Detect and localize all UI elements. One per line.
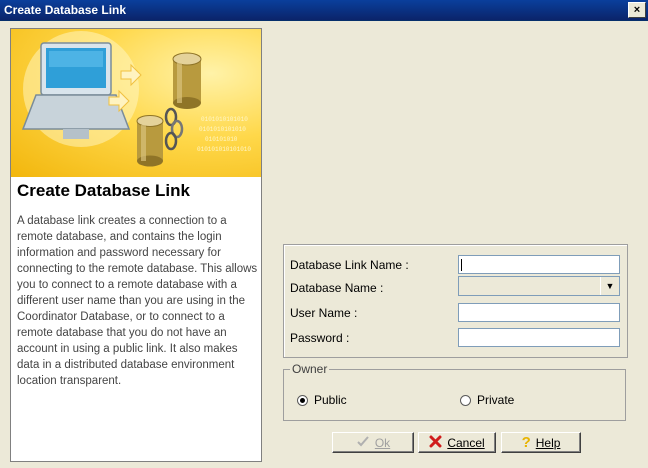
window-title: Create Database Link <box>4 3 127 17</box>
title-bar: Create Database Link × <box>0 0 648 21</box>
password-input[interactable] <box>458 328 620 347</box>
close-icon: × <box>633 3 641 16</box>
banner-binary-3: 010101010 <box>205 136 238 143</box>
database-name-select[interactable]: ▼ <box>458 276 620 296</box>
owner-legend: Owner <box>290 362 330 376</box>
link-name-input[interactable] <box>458 255 620 274</box>
banner-binary-2: 0101010101010 <box>199 126 246 133</box>
panel-heading: Create Database Link <box>17 181 190 200</box>
user-name-input[interactable] <box>458 303 620 322</box>
help-button[interactable]: ? Help <box>501 432 581 453</box>
banner-image: 0101010101010 0101010101010 010101010 01… <box>11 29 261 177</box>
password-label: Password : <box>290 331 350 345</box>
help-question-icon: ? <box>521 434 531 451</box>
dropdown-arrow-icon[interactable]: ▼ <box>600 277 619 295</box>
database-cylinder-bottom <box>136 115 164 167</box>
private-radio[interactable] <box>460 395 471 406</box>
close-button[interactable]: × <box>628 2 646 18</box>
database-link-illustration: 0101010101010 0101010101010 010101010 01… <box>21 31 251 167</box>
database-name-label: Database Name : <box>290 281 384 295</box>
link-name-label: Database Link Name : <box>290 258 409 272</box>
cancel-button[interactable]: Cancel <box>418 432 496 453</box>
database-cylinder-top <box>172 52 202 109</box>
help-label: Help <box>535 435 561 450</box>
cancel-x-icon <box>429 435 442 450</box>
banner-binary-4: 010101010101010 <box>197 146 251 153</box>
panel-description: A database link creates a connection to … <box>17 215 258 387</box>
banner-binary-1: 0101010101010 <box>201 116 248 123</box>
ok-button[interactable]: Ok <box>332 432 414 453</box>
text-caret <box>461 259 462 271</box>
ok-check-icon <box>356 435 370 450</box>
private-radio-label[interactable]: Private <box>477 393 514 407</box>
ok-label: Ok <box>374 435 391 450</box>
public-radio[interactable] <box>297 395 308 406</box>
public-radio-label[interactable]: Public <box>314 393 347 407</box>
info-panel: 0101010101010 0101010101010 010101010 01… <box>10 28 262 462</box>
cancel-label: Cancel <box>447 435 485 450</box>
user-name-label: User Name : <box>290 306 358 320</box>
